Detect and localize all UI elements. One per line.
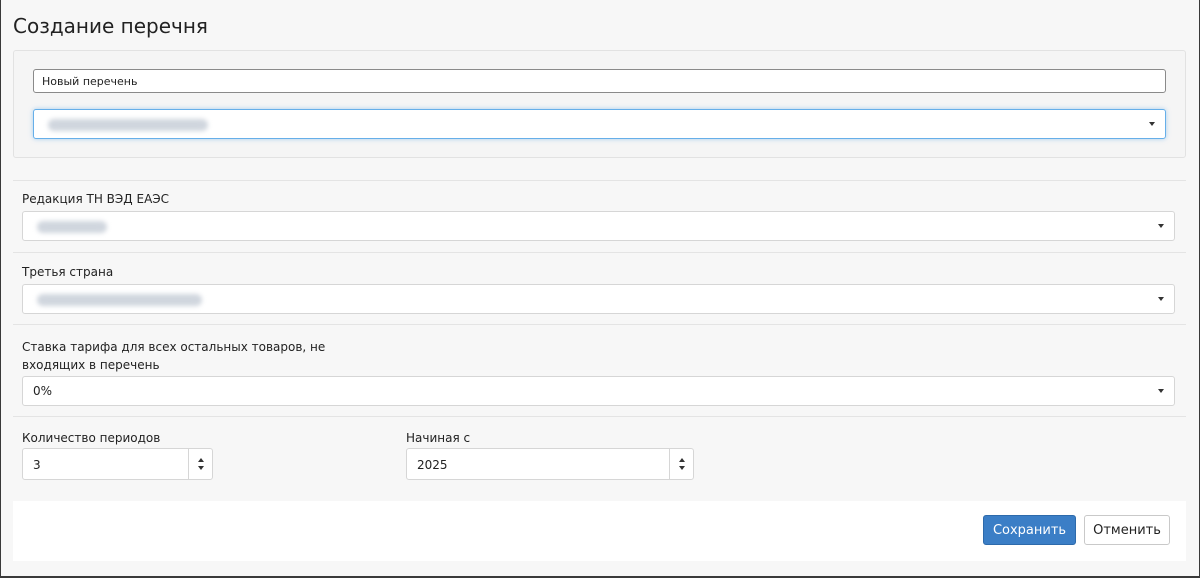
edition-select[interactable] (22, 211, 1175, 241)
divider (13, 324, 1186, 325)
arrow-down-icon[interactable] (198, 466, 204, 470)
country-label: Третья страна (22, 265, 114, 279)
start-label: Начиная с (406, 431, 471, 445)
rate-label-line1: Ставка тарифа для всех остальных товаров… (22, 340, 326, 354)
start-value: 2025 (417, 458, 448, 472)
stepper-arrows[interactable] (188, 449, 212, 479)
arrow-up-icon[interactable] (198, 458, 204, 462)
list-header-panel (13, 50, 1186, 158)
arrow-up-icon[interactable] (679, 458, 685, 462)
periods-label: Количество периодов (22, 431, 161, 445)
stepper-arrows[interactable] (669, 449, 693, 479)
chevron-down-icon (1158, 297, 1164, 301)
redacted-value (37, 221, 107, 233)
periods-stepper[interactable]: 3 (22, 448, 213, 480)
dialog-footer: Сохранить Отменить (13, 501, 1186, 561)
divider (13, 252, 1186, 253)
country-select[interactable] (22, 284, 1175, 314)
edition-label: Редакция ТН ВЭД ЕАЭС (22, 192, 170, 206)
save-button[interactable]: Сохранить (983, 515, 1076, 545)
chevron-down-icon (1149, 122, 1155, 126)
rate-select[interactable]: 0% (22, 376, 1175, 406)
divider (13, 180, 1186, 181)
rate-value: 0% (33, 384, 53, 398)
dialog-title: Создание перечня (13, 14, 208, 38)
list-name-input[interactable] (33, 69, 1166, 93)
chevron-down-icon (1158, 224, 1164, 228)
divider (13, 416, 1186, 417)
redacted-value (37, 294, 202, 306)
chevron-down-icon (1158, 389, 1164, 393)
cancel-button[interactable]: Отменить (1084, 515, 1170, 545)
list-type-select[interactable] (33, 109, 1166, 139)
start-year-stepper[interactable]: 2025 (406, 448, 694, 480)
redacted-value (48, 119, 208, 131)
arrow-down-icon[interactable] (679, 466, 685, 470)
create-list-dialog: Создание перечня Редакция ТН ВЭД ЕАЭС Тр… (0, 0, 1200, 578)
rate-label-line2: входящих в перечень (22, 358, 160, 372)
periods-value: 3 (33, 458, 41, 472)
